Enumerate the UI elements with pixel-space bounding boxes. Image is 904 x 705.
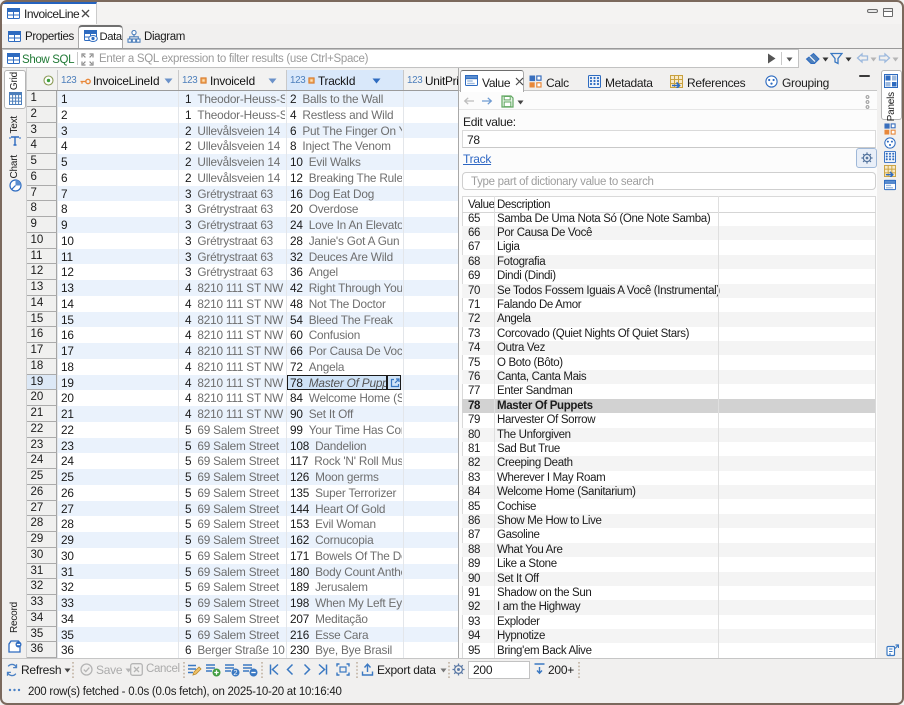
svg-text:2: 2 — [233, 668, 237, 677]
